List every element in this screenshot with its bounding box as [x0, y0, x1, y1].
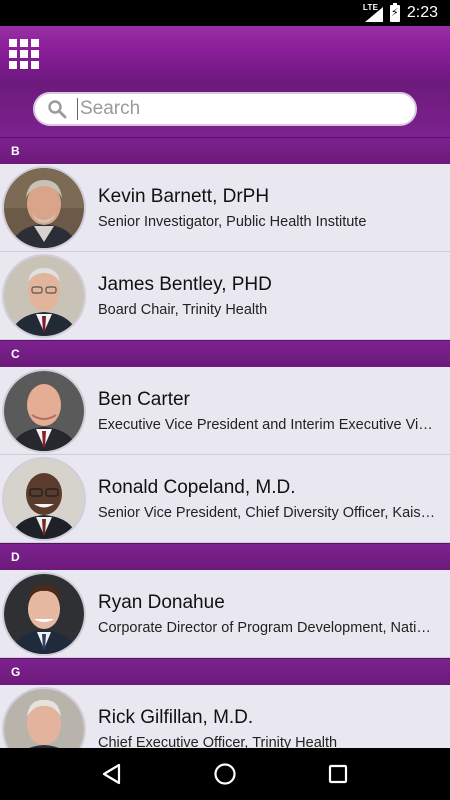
person-name: Kevin Barnett, DrPH: [98, 185, 270, 207]
search-input[interactable]: [77, 98, 377, 120]
apps-grid-icon[interactable]: [9, 39, 39, 69]
person-name: Ben Carter: [98, 388, 190, 410]
battery-charging-icon: ⚡: [389, 2, 400, 22]
avatar: [4, 688, 84, 748]
app-screen: LTE ⚡ 2:23 B: [0, 0, 450, 800]
avatar: [4, 370, 84, 451]
recent-apps-icon[interactable]: [318, 754, 358, 794]
avatar: [4, 573, 84, 654]
list-item[interactable]: Kevin Barnett, DrPH Senior Investigator,…: [0, 164, 450, 252]
home-icon[interactable]: [205, 754, 245, 794]
person-title: Corporate Director of Program Developmen…: [98, 619, 438, 636]
system-navigation-bar: [0, 748, 450, 800]
lte-signal-icon: LTE: [363, 3, 383, 22]
list-item[interactable]: James Bentley, PHD Board Chair, Trinity …: [0, 252, 450, 340]
avatar: [4, 458, 84, 539]
avatar: [4, 167, 84, 248]
list-item[interactable]: Ben Carter Executive Vice President and …: [0, 367, 450, 455]
section-header-b: B: [0, 137, 450, 164]
back-icon[interactable]: [92, 754, 132, 794]
list-item[interactable]: Rick Gilfillan, M.D. Chief Executive Off…: [0, 685, 450, 748]
section-header-c: C: [0, 340, 450, 367]
person-name: Rick Gilfillan, M.D.: [98, 706, 254, 728]
search-area: [0, 81, 450, 137]
person-title: Senior Vice President, Chief Diversity O…: [98, 504, 438, 521]
status-bar: LTE ⚡ 2:23: [0, 0, 450, 26]
person-name: Ryan Donahue: [98, 591, 225, 613]
person-title: Board Chair, Trinity Health: [98, 301, 268, 318]
person-title: Senior Investigator, Public Health Insti…: [98, 213, 367, 230]
list-item[interactable]: Ryan Donahue Corporate Director of Progr…: [0, 570, 450, 658]
person-title: Chief Executive Officer, Trinity Health: [98, 734, 338, 749]
search-icon: [48, 100, 67, 119]
avatar: [4, 255, 84, 336]
list-item[interactable]: Ronald Copeland, M.D. Senior Vice Presid…: [0, 455, 450, 543]
section-header-g: G: [0, 658, 450, 685]
people-list[interactable]: B Kevin Barnett, DrPH Senior Investigato…: [0, 137, 450, 748]
search-box[interactable]: [33, 92, 417, 126]
person-title: Executive Vice President and Interim Exe…: [98, 416, 438, 433]
person-name: Ronald Copeland, M.D.: [98, 476, 296, 498]
app-bar: [0, 26, 450, 81]
section-header-d: D: [0, 543, 450, 570]
person-name: James Bentley, PHD: [98, 273, 272, 295]
status-clock: 2:23: [406, 4, 438, 21]
